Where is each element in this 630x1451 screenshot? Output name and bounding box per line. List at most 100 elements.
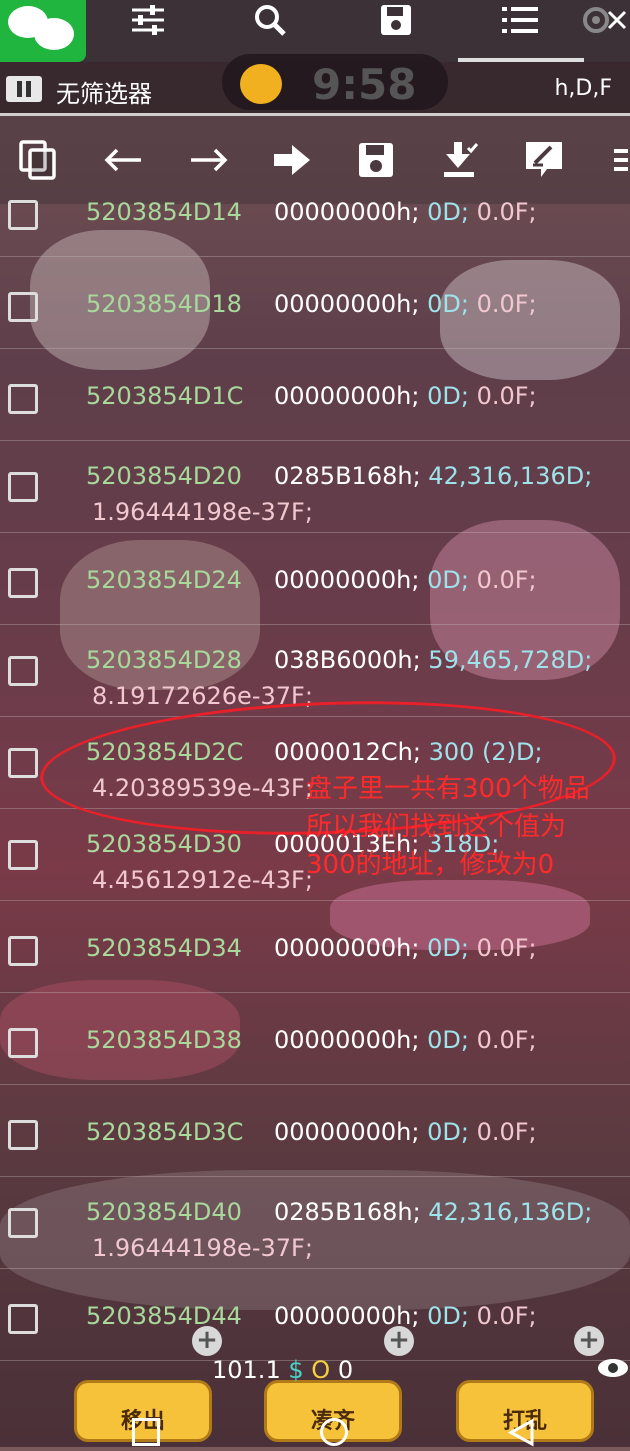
plus-icon[interactable]: + [574,1326,604,1356]
list-item[interactable]: 5203854D18 00000000h; 0D; 0.0F; [0,256,630,349]
list-item[interactable]: 5203854D1C 00000000h; 0D; 0.0F; [0,348,630,441]
search-icon[interactable] [250,4,290,36]
row-address: 5203854D20 [86,462,242,490]
row-dec-value: 0D; [427,290,469,318]
row-dec-value: 0D; [427,566,469,594]
row-address: 5203854D18 [86,290,242,318]
list-item[interactable]: 5203854D3C 00000000h; 0D; 0.0F; [0,1084,630,1177]
row-dec-value: 0D; [427,1118,469,1146]
stat-dollar: $ [288,1356,304,1384]
stats-readout: 101.1 $ O 0 [212,1356,353,1384]
list-icon[interactable] [500,4,540,36]
row-checkbox[interactable] [8,936,38,966]
row-checkbox[interactable] [8,292,38,322]
nav-recent-icon[interactable] [132,1418,160,1446]
row-checkbox[interactable] [8,384,38,414]
row-address: 5203854D1C [86,382,244,410]
row-address: 5203854D34 [86,934,242,962]
eye-icon[interactable] [596,1356,630,1384]
row-values: 0285B168h; 42,316,136D; [274,1198,592,1226]
stat-zero: 0 [337,1356,354,1384]
list-item[interactable]: 5203854D14 00000000h; 0D; 0.0F; [0,164,630,257]
row-checkbox[interactable] [8,568,38,598]
plus-icon[interactable]: + [384,1326,414,1356]
plus-icon[interactable]: + [192,1326,222,1356]
row-checkbox[interactable] [8,1120,38,1150]
list-item[interactable]: 5203854D40 0285B168h; 42,316,136D; 1.96444… [0,1176,630,1269]
close-icon[interactable] [604,4,630,36]
row-checkbox[interactable] [8,656,38,686]
row-checkbox[interactable] [8,1304,38,1334]
row-float-value: 1.96444198e-37F; [92,498,313,526]
row-checkbox[interactable] [8,1208,38,1238]
pause-button[interactable] [6,76,42,102]
row-float-value: 0.0F; [476,934,537,962]
row-float-value: 0.0F; [476,1118,537,1146]
row-values: 00000000h; 0D; 0.0F; [274,1026,537,1054]
row-hex-value: 0285B168h; [274,1198,421,1226]
row-float-value: 0.0F; [476,566,537,594]
row-address: 5203854D28 [86,646,242,674]
row-address: 5203854D38 [86,1026,242,1054]
row-dec-value: 42,316,136D; [428,1198,593,1226]
row-values: 00000000h; 0D; 0.0F; [274,198,537,226]
row-address: 5203854D24 [86,566,242,594]
row-hex-value: 0285B168h; [274,462,421,490]
row-values: 00000000h; 0D; 0.0F; [274,290,537,318]
row-hex-value: 00000000h; [274,566,420,594]
row-values: 038B6000h; 59,465,728D; [274,646,592,674]
row-float-value: 0.0F; [476,1026,537,1054]
row-float-value: 1.96444198e-37F; [92,1234,313,1262]
nav-home-icon[interactable] [320,1418,348,1446]
row-float-value: 4.45612912e-43F; [92,866,313,894]
list-item[interactable]: 5203854D38 00000000h; 0D; 0.0F; [0,992,630,1085]
row-values: 00000000h; 0D; 0.0F; [274,1118,537,1146]
row-dec-value: 0D; [427,198,469,226]
row-checkbox[interactable] [8,472,38,502]
list-item[interactable]: 5203854D44 00000000h; 0D; 0.0F; [0,1268,630,1361]
row-dec-value: 59,465,728D; [428,646,593,674]
row-hex-value: 00000000h; [274,290,420,318]
row-dec-value: 0D; [427,382,469,410]
row-hex-value: 038B6000h; [274,646,421,674]
annotation-line-3: 300的地址，修改为0 [306,850,555,880]
row-float-value: 0.0F; [476,382,537,410]
list-item[interactable]: 5203854D24 00000000h; 0D; 0.0F; [0,532,630,625]
row-checkbox[interactable] [8,748,38,778]
row-hex-value: 00000000h; [274,1026,420,1054]
row-dec-value: 0D; [427,1026,469,1054]
row-float-value: 0.0F; [476,198,537,226]
clock-time: 9:58 [312,60,417,109]
value-format[interactable]: h,D,F [554,76,612,101]
row-address: 5203854D44 [86,1302,242,1330]
row-checkbox[interactable] [8,1028,38,1058]
row-float-value: 0.0F; [476,1302,537,1330]
row-values: 00000000h; 0D; 0.0F; [274,934,537,962]
row-address: 5203854D40 [86,1198,242,1226]
list-item[interactable]: 5203854D20 0285B168h; 42,316,136D; 1.96444… [0,440,630,533]
row-checkbox[interactable] [8,200,38,230]
filter-label[interactable]: 无筛选器 [56,74,152,109]
row-float-value: 0.0F; [476,290,537,318]
row-dec-value: 42,316,136D; [428,462,593,490]
row-hex-value: 00000000h; [274,1118,420,1146]
nav-back-icon[interactable] [506,1418,536,1451]
row-dec-value: 0D; [427,934,469,962]
annotation-line-1: 盘子里一共有300个物品 [306,774,590,804]
stat-value: 101.1 [212,1356,281,1384]
row-hex-value: 00000000h; [274,934,420,962]
row-address: 5203854D14 [86,198,242,226]
annotation-line-2: 所以我们找到这个值为 [306,812,567,842]
row-dec-value: 0D; [427,1302,469,1330]
save-icon[interactable] [376,4,416,36]
wechat-icon[interactable] [0,0,86,62]
row-checkbox[interactable] [8,840,38,870]
list-item[interactable]: 5203854D34 00000000h; 0D; 0.0F; [0,900,630,993]
sliders-icon[interactable] [128,4,168,36]
alarm-clock-icon [240,64,282,104]
row-values: 00000000h; 0D; 0.0F; [274,566,537,594]
row-values: 0285B168h; 42,316,136D; [274,462,592,490]
row-hex-value: 00000000h; [274,198,420,226]
row-values: 00000000h; 0D; 0.0F; [274,382,537,410]
row-address: 5203854D3C [86,1118,244,1146]
